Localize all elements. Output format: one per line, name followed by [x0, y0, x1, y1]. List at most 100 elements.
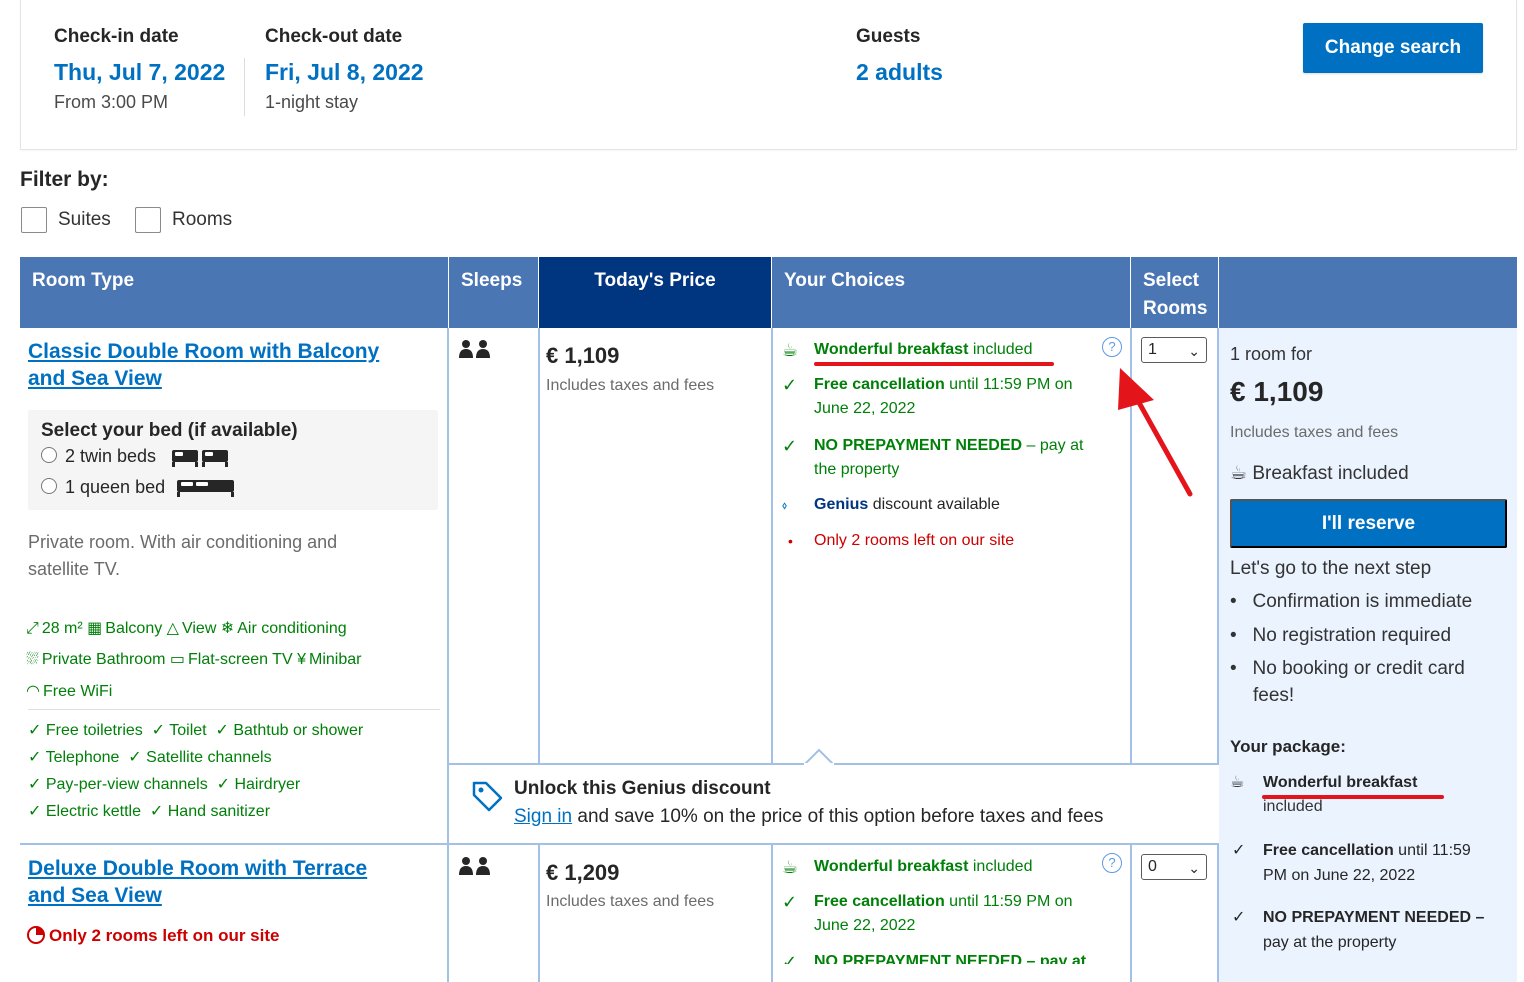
check-icon: ✓ [782, 952, 798, 964]
facilities-row4: ✓ Electric kettle ✓ Hand sanitizer [28, 801, 270, 821]
header-sleeps: Sleeps [449, 257, 538, 328]
amenity-balcony: Balcony [105, 620, 163, 637]
checkout-label: Check-out date [265, 26, 403, 47]
check-icon: ✓ [782, 892, 798, 912]
next-step-text: Let's go to the next step [1230, 558, 1432, 579]
breakfast-rest: included [972, 341, 1033, 358]
pkg-breakfast-bold: Wonderful breakfast [1263, 774, 1418, 791]
facility: Satellite channels [146, 749, 272, 766]
sign-in-link[interactable]: Sign in [514, 806, 572, 827]
annotation-underline [1262, 795, 1444, 799]
header-choices: Your Choices [772, 257, 1130, 328]
facilities-row3: ✓ Pay-per-view channels ✓ Hairdryer [28, 774, 300, 794]
benefit-text: No registration required [1252, 625, 1452, 646]
checkin-time: From 3:00 PM [54, 92, 169, 112]
amenity-wifi: Free WiFi [42, 683, 113, 700]
check-icon: ✓ [1232, 842, 1246, 859]
benefit-text: Confirmation is immediate [1252, 591, 1473, 612]
breakfast-bold: Wonderful breakfast [814, 341, 969, 358]
guests-label: Guests [856, 26, 921, 47]
room1-name-line2[interactable]: and Sea View [28, 367, 162, 390]
help-icon[interactable]: ? [1102, 337, 1122, 357]
room2-name-line1[interactable]: Deluxe Double Room with Terrace [28, 857, 367, 880]
suites-checkbox[interactable] [21, 207, 47, 233]
reserve-button[interactable]: I'll reserve [1230, 499, 1507, 548]
room1-desc-line1: Private room. With air conditioning and [28, 532, 338, 552]
room2-choice-prepayment: ✓ NO PREPAYMENT NEEDED – pay at [782, 950, 1122, 964]
stay-length: 1-night stay [265, 92, 359, 112]
coffee-cup-icon: ☕ [1230, 774, 1245, 791]
wifi-icon: ◠ [26, 683, 40, 700]
room2-quantity-select[interactable]: 0 ⌄ [1141, 854, 1207, 880]
genius-unlock-title: Unlock this Genius discount [514, 778, 771, 799]
checkout-date[interactable]: Fri, Jul 8, 2022 [265, 59, 424, 86]
check-icon: ✓ [28, 749, 46, 766]
col-border [771, 328, 773, 765]
prepay-partial: NO PREPAYMENT NEEDED – pay at [814, 953, 1087, 964]
header-reserve [1219, 257, 1517, 328]
cancel-rest2: June 22, 2022 [814, 400, 916, 417]
bed-radio-queen[interactable] [41, 478, 57, 494]
genius-unlock-text: Sign in and save 10% on the price of thi… [514, 806, 1103, 828]
cancel-bold: Free cancellation [814, 893, 945, 910]
breakfast-rest: included [972, 858, 1033, 875]
room2-price: € 1,209 [546, 860, 620, 885]
header-select-label-1: Select [1143, 270, 1199, 291]
cancel-rest2: June 22, 2022 [814, 917, 916, 934]
help-icon[interactable]: ? [1102, 853, 1122, 873]
facility: Free toiletries [45, 722, 143, 739]
pkg-breakfast-rest: included [1263, 798, 1323, 815]
room1-name-line1[interactable]: Classic Double Room with Balcony [28, 340, 379, 363]
change-search-button[interactable]: Change search [1303, 23, 1483, 73]
pkg-cancel-bold: Free cancellation [1263, 842, 1394, 859]
col-border [1130, 845, 1132, 982]
filter-title: Filter by: [20, 168, 109, 191]
sleeps-two-icon [458, 856, 492, 881]
check-icon: ✓ [149, 803, 168, 820]
choice-breakfast: ☕ Wonderful breakfast included [782, 338, 1122, 364]
pkg-prepay-bold: NO PREPAYMENT NEEDED – [1263, 909, 1485, 926]
twin-bed-icon [171, 446, 231, 473]
header-price-label: Today's Price [594, 270, 716, 291]
check-icon: ✓ [782, 375, 798, 395]
amenity-minibar: Minibar [308, 651, 362, 668]
bed-radio-twin[interactable] [41, 447, 57, 463]
room2-name-line2[interactable]: and Sea View [28, 884, 162, 907]
view-icon: △ [166, 620, 179, 637]
room1-price: € 1,109 [546, 343, 620, 368]
guests-value[interactable]: 2 adults [856, 59, 943, 86]
checkin-date[interactable]: Thu, Jul 7, 2022 [54, 59, 225, 86]
bathroom-icon: ⛆ [26, 651, 39, 668]
bed-option-queen: 1 queen bed [65, 477, 166, 497]
pkg-cancel-rest1: until 11:59 [1398, 842, 1471, 859]
room1-price-note: Includes taxes and fees [546, 377, 715, 394]
coffee-cup-icon: ☕ [782, 340, 799, 360]
checkin-label: Check-in date [54, 26, 179, 47]
check-icon: ✓ [1232, 909, 1246, 926]
benefit-item-cont: fees! [1253, 685, 1295, 706]
header-select-label-2: Rooms [1143, 298, 1208, 319]
prepay-bold: NO PREPAYMENT NEEDED [814, 437, 1023, 454]
facility: Hairdryer [234, 776, 301, 793]
queen-bed-icon [176, 476, 236, 503]
tag-icon: ⬫ [782, 495, 788, 515]
genius-unlock-rest: and save 10% on the price of this option… [577, 806, 1104, 827]
room2-choice-breakfast: ☕ Wonderful breakfast included [782, 855, 1122, 881]
bed-selector-title: Select your bed (if available) [41, 420, 298, 441]
facility: Bathtub or shower [233, 722, 364, 739]
amenity-tv: Flat-screen TV [188, 651, 293, 668]
room1-description: Private room. With air conditioning and s… [28, 529, 337, 583]
room1-desc-line2: satellite TV. [28, 559, 121, 579]
header-room-type-label: Room Type [32, 270, 135, 291]
facility: Electric kettle [45, 803, 141, 820]
rooms-checkbox[interactable] [135, 207, 161, 233]
balcony-icon: ▦ [87, 620, 103, 637]
choice-genius: ⬫ Genius discount available [782, 493, 1122, 519]
room1-name[interactable]: Classic Double Room with Balcony and Sea … [28, 338, 379, 392]
scarcity-text: Only 2 rooms left on our site [814, 532, 1015, 549]
room2-scarcity: Only 2 rooms left on our site [27, 926, 279, 946]
room2-name[interactable]: Deluxe Double Room with Terrace and Sea V… [28, 855, 367, 909]
bed-option-twin: 2 twin beds [65, 446, 157, 466]
check-icon: ✓ [151, 722, 170, 739]
col-border [771, 845, 773, 982]
